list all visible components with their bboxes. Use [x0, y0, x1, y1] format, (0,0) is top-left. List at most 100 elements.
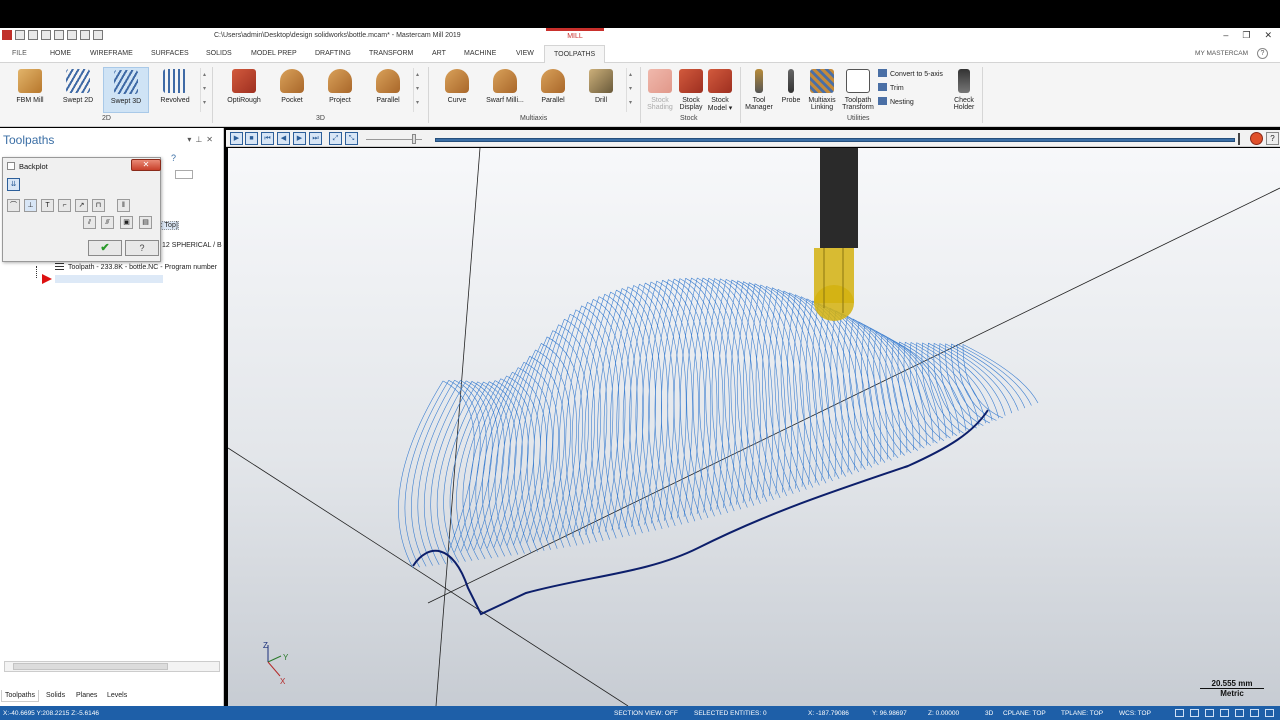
tree-insert-position[interactable]: [55, 275, 163, 283]
play-button[interactable]: ▶: [230, 132, 243, 145]
redo-icon[interactable]: [93, 30, 103, 40]
shaded-display-icon[interactable]: [1220, 709, 1229, 717]
drill-button[interactable]: Drill: [581, 67, 621, 113]
tree-tool-node[interactable]: 12 SPHERICAL / B: [162, 242, 222, 249]
minimize-button[interactable]: –: [1223, 30, 1228, 41]
toolpath-transform-button[interactable]: Toolpath Transform: [840, 67, 876, 113]
step-forward-button[interactable]: ▶: [293, 132, 306, 145]
optirough-button[interactable]: OptiRough: [222, 67, 266, 113]
tab-levels-manager[interactable]: Levels: [107, 692, 127, 699]
display-rapid-icon[interactable]: ⌐: [58, 199, 71, 212]
graphics-viewport[interactable]: Z Y X 20.555 mm Metric: [228, 148, 1280, 706]
tab-planes-manager[interactable]: Planes: [76, 692, 97, 699]
gallery-3d-scroll[interactable]: ▴ ▾ ▾: [413, 68, 421, 112]
check-holder-button[interactable]: Check Holder: [948, 67, 980, 113]
print-icon[interactable]: [67, 30, 77, 40]
tab-home[interactable]: HOME: [50, 50, 71, 57]
project-button[interactable]: Project: [320, 67, 360, 113]
swept-3d-button[interactable]: Swept 3D: [103, 67, 149, 113]
tab-machine[interactable]: MACHINE: [464, 50, 496, 57]
open-file-icon[interactable]: [28, 30, 38, 40]
tplane-status[interactable]: TPLANE: TOP: [1061, 710, 1103, 717]
pin-icon[interactable]: ⊥: [195, 135, 206, 144]
verify-options-icon[interactable]: ⫻: [101, 216, 114, 229]
dialog-close-button[interactable]: ✕: [131, 159, 161, 171]
display-toolpath-icon[interactable]: ⌒: [7, 199, 20, 212]
tab-solids[interactable]: SOLIDS: [206, 50, 232, 57]
toolbar-icon[interactable]: [175, 170, 193, 179]
fbm-mill-button[interactable]: FBM Mill: [10, 67, 50, 113]
swept-2d-button[interactable]: Swept 2D: [58, 67, 98, 113]
revolved-button[interactable]: Revolved: [155, 67, 195, 113]
parallel-multiaxis-button[interactable]: Parallel: [533, 67, 573, 113]
new-file-icon[interactable]: [15, 30, 25, 40]
stock-model-button[interactable]: Stock Model ▾: [704, 67, 736, 113]
horizontal-scrollbar[interactable]: [4, 661, 220, 672]
stock-display-button[interactable]: Stock Display: [676, 67, 706, 113]
stock-shading-button[interactable]: Stock Shading: [645, 67, 675, 113]
tab-surfaces[interactable]: SURFACES: [151, 50, 189, 57]
help-circle-icon[interactable]: ?: [171, 153, 176, 163]
scroll-thumb[interactable]: [13, 663, 168, 670]
wireframe-display-icon[interactable]: [1205, 709, 1214, 717]
playback-help-icon[interactable]: ?: [1266, 132, 1279, 145]
nesting-button[interactable]: Nesting: [878, 97, 914, 106]
insert-arrow-icon[interactable]: [42, 274, 52, 284]
close-window-button[interactable]: ✕: [1264, 30, 1272, 41]
panel-close-icon[interactable]: ✕: [206, 135, 217, 144]
tree-toolpath-node[interactable]: Toolpath - 233.8K - bottle.NC - Program …: [68, 264, 217, 271]
globe-icon[interactable]: [1175, 709, 1184, 717]
undo-icon[interactable]: [80, 30, 90, 40]
skip-end-button[interactable]: ⏭: [309, 132, 322, 145]
parallel-3d-button[interactable]: Parallel: [368, 67, 408, 113]
trim-button[interactable]: Trim: [878, 83, 904, 92]
progress-end-marker[interactable]: [1238, 133, 1240, 145]
save-as-icon[interactable]: [54, 30, 64, 40]
save-geometry-icon[interactable]: ▤: [139, 216, 152, 229]
gallery-2d-scroll[interactable]: ▴ ▾ ▾: [200, 68, 208, 112]
dialog-ok-button[interactable]: ✔: [88, 240, 122, 256]
save-icon[interactable]: [41, 30, 51, 40]
verify-icon[interactable]: ⫽: [83, 216, 96, 229]
mode-3d-toggle[interactable]: 3D: [985, 710, 993, 717]
multiaxis-linking-button[interactable]: Multiaxis Linking: [805, 67, 839, 113]
wcs-status[interactable]: WCS: TOP: [1119, 710, 1151, 717]
display-holder-icon[interactable]: T: [41, 199, 54, 212]
tool-info-icon[interactable]: ‖: [117, 199, 130, 212]
speed-slider-thumb[interactable]: [412, 134, 416, 144]
tab-drafting[interactable]: DRAFTING: [315, 50, 351, 57]
pocket-button[interactable]: Pocket: [272, 67, 312, 113]
tab-view[interactable]: VIEW: [516, 50, 534, 57]
stop-button[interactable]: ■: [245, 132, 258, 145]
hidden-lines-icon[interactable]: [1250, 709, 1259, 717]
section-view-status[interactable]: SECTION VIEW: OFF: [614, 710, 678, 717]
stop-conditions-icon[interactable]: [1250, 132, 1263, 145]
restore-button[interactable]: ❐: [1242, 30, 1250, 41]
view-cube-icon[interactable]: [1190, 709, 1199, 717]
tool-manager-button[interactable]: Tool Manager: [742, 67, 776, 113]
expand-dialog-icon[interactable]: ⇊: [7, 178, 20, 191]
swarf-milling-button[interactable]: Swarf Milli...: [482, 67, 528, 113]
tab-toolpaths-manager[interactable]: Toolpaths: [1, 690, 39, 702]
gallery-multiaxis-scroll[interactable]: ▴ ▾ ▾: [626, 68, 634, 112]
my-mastercam-link[interactable]: MY MASTERCAM: [1195, 50, 1248, 57]
tab-transform[interactable]: TRANSFORM: [369, 50, 413, 57]
display-entity-icon[interactable]: ↗: [75, 199, 88, 212]
display-shaded-tool-icon[interactable]: ⊓: [92, 199, 105, 212]
tab-art[interactable]: ART: [432, 50, 446, 57]
skip-start-button[interactable]: ⏮: [261, 132, 274, 145]
cplane-status[interactable]: CPLANE: TOP: [1003, 710, 1046, 717]
convert-to-5-axis-button[interactable]: Convert to 5-axis: [878, 69, 943, 78]
screenshot-icon[interactable]: ▣: [120, 216, 133, 229]
tab-model-prep[interactable]: MODEL PREP: [251, 50, 297, 57]
display-tool-icon[interactable]: ⊥: [24, 199, 37, 212]
display-options-icon[interactable]: [1265, 709, 1274, 717]
translucency-icon[interactable]: [1235, 709, 1244, 717]
tab-wireframe[interactable]: WIREFRAME: [90, 50, 133, 57]
curve-button[interactable]: Curve: [437, 67, 477, 113]
run-mode-button[interactable]: ⤡: [345, 132, 358, 145]
playback-progress[interactable]: [435, 138, 1235, 142]
tab-file[interactable]: FILE: [12, 50, 27, 57]
help-icon[interactable]: ?: [1257, 48, 1268, 59]
trace-mode-button[interactable]: ⤢: [329, 132, 342, 145]
